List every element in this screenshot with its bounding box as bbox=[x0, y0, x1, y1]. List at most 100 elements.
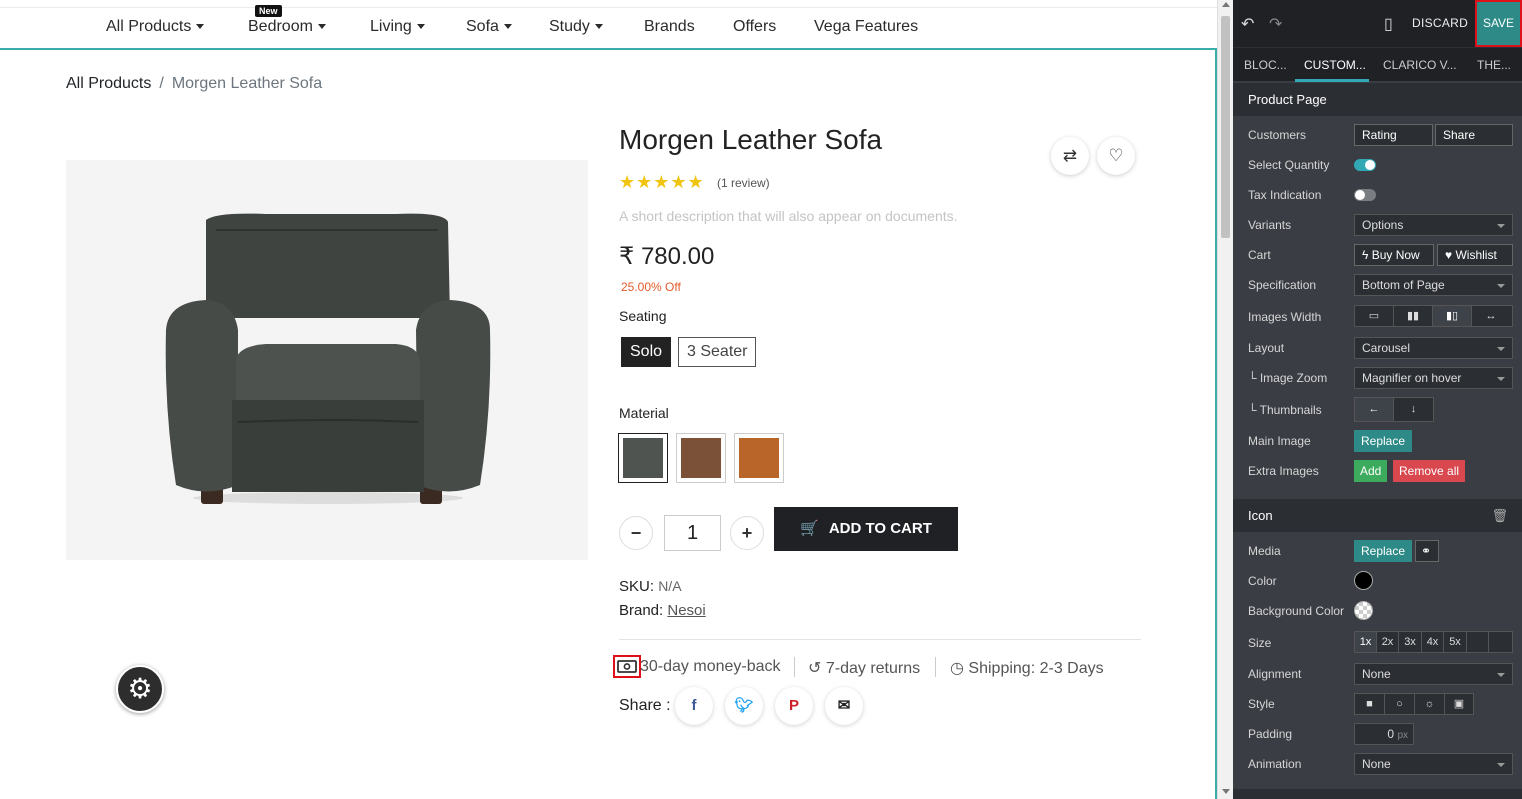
cart-icon: 🛒 bbox=[800, 520, 819, 537]
nav-item-study[interactable]: Study bbox=[549, 18, 603, 36]
feature-separator bbox=[935, 657, 936, 677]
media-replace-button[interactable]: Replace bbox=[1354, 540, 1413, 562]
email-icon[interactable]: ✉ bbox=[825, 687, 863, 725]
tab-theme[interactable]: THE... bbox=[1477, 58, 1511, 72]
specification-select[interactable]: Bottom of Page bbox=[1354, 274, 1513, 296]
brand-link[interactable]: Nesoi bbox=[667, 602, 705, 619]
product-image[interactable] bbox=[66, 160, 588, 560]
wishlist-heart-icon[interactable]: ♡ bbox=[1097, 137, 1135, 175]
quantity-plus-button[interactable]: + bbox=[730, 516, 764, 550]
compare-icon[interactable]: ⇄ bbox=[1051, 137, 1089, 175]
undo-icon[interactable]: ↶ bbox=[1241, 14, 1254, 34]
animation-select[interactable]: None bbox=[1354, 753, 1513, 775]
active-tab-indicator bbox=[1295, 79, 1369, 82]
background-color-picker[interactable] bbox=[1354, 601, 1373, 620]
images-width-full-icon[interactable]: ↔ bbox=[1472, 306, 1510, 326]
nav-item-vega-features[interactable]: Vega Features bbox=[814, 18, 918, 36]
alignment-label: Alignment bbox=[1248, 667, 1302, 681]
size-3x[interactable]: 3x bbox=[1399, 632, 1422, 652]
seating-option-3-seater[interactable]: 3 Seater bbox=[678, 337, 757, 367]
main-image-replace-button[interactable]: Replace bbox=[1354, 430, 1413, 452]
save-button[interactable]: SAVE bbox=[1475, 0, 1522, 47]
redo-icon[interactable]: ↷ bbox=[1269, 14, 1282, 34]
images-width-label: Images Width bbox=[1248, 310, 1322, 324]
product-price: ₹ 780.00 bbox=[619, 243, 715, 270]
size-4x[interactable]: 4x bbox=[1422, 632, 1444, 652]
nav-item-bedroom[interactable]: Bedroom bbox=[248, 18, 326, 36]
tab-blocks[interactable]: BLOC... bbox=[1244, 58, 1287, 72]
size-empty[interactable] bbox=[1467, 632, 1489, 652]
page-scrollbar[interactable] bbox=[1217, 0, 1233, 799]
nav-item-brands[interactable]: Brands bbox=[644, 18, 695, 36]
review-count[interactable]: (1 review) bbox=[717, 176, 770, 190]
variants-select[interactable]: Options bbox=[1354, 214, 1513, 236]
feature-shipping-label: Shipping: 2-3 Days bbox=[968, 660, 1104, 677]
extra-images-add-button[interactable]: Add bbox=[1354, 460, 1388, 482]
twitter-icon[interactable]: 🐦︎ bbox=[725, 687, 763, 725]
scroll-down-arrow-icon[interactable] bbox=[1222, 789, 1230, 794]
nav-item-sofa[interactable]: Sofa bbox=[466, 18, 512, 36]
material-swatch-brown[interactable] bbox=[676, 433, 726, 483]
buy-now-label: Buy Now bbox=[1371, 248, 1420, 262]
trash-icon[interactable]: 🗑 bbox=[1491, 499, 1508, 532]
padding-input[interactable]: 0 px bbox=[1354, 723, 1414, 745]
short-description: A short description that will also appea… bbox=[619, 208, 958, 224]
size-empty[interactable] bbox=[1489, 632, 1510, 652]
size-1x[interactable]: 1x bbox=[1355, 632, 1377, 652]
tab-clarico[interactable]: CLARICO V... bbox=[1383, 58, 1457, 72]
style-options: ■ ○ ☼ ▣ bbox=[1354, 693, 1474, 715]
section-icon[interactable]: Icon 🗑 bbox=[1233, 499, 1522, 532]
add-to-cart-button[interactable]: 🛒 ADD TO CART bbox=[774, 507, 958, 551]
quantity-input[interactable]: 1 bbox=[664, 515, 721, 551]
quantity-minus-button[interactable]: − bbox=[619, 516, 653, 550]
nav-item-living[interactable]: Living bbox=[370, 18, 425, 36]
scroll-up-arrow-icon[interactable] bbox=[1222, 2, 1230, 7]
feature-shipping: ◷ Shipping: 2-3 Days bbox=[950, 658, 1104, 678]
sku-value: N/A bbox=[658, 578, 682, 594]
extra-images-remove-all-button[interactable]: Remove all bbox=[1393, 460, 1466, 482]
style-image-icon[interactable]: ▣ bbox=[1445, 694, 1473, 714]
tax-indication-label: Tax Indication bbox=[1248, 188, 1322, 202]
size-label: Size bbox=[1248, 636, 1272, 650]
nav-item-offers[interactable]: Offers bbox=[733, 18, 776, 36]
size-5x[interactable]: 5x bbox=[1444, 632, 1467, 652]
gear-icon[interactable]: ⚙ bbox=[116, 665, 164, 713]
variants-label: Variants bbox=[1248, 218, 1292, 232]
section-product-page[interactable]: Product Page bbox=[1233, 83, 1522, 116]
scroll-thumb[interactable] bbox=[1221, 16, 1230, 238]
money-icon[interactable] bbox=[613, 655, 641, 678]
customers-rating-option[interactable]: Rating bbox=[1354, 124, 1433, 146]
clock-icon: ◷ bbox=[950, 660, 964, 677]
nav-item-all-products[interactable]: All Products bbox=[106, 18, 205, 36]
images-width-wide-icon[interactable]: ▮▯ bbox=[1433, 306, 1472, 326]
tab-customize[interactable]: CUSTOM... bbox=[1304, 58, 1366, 72]
style-square-icon[interactable]: ■ bbox=[1355, 694, 1385, 714]
size-2x[interactable]: 2x bbox=[1377, 632, 1399, 652]
layout-select[interactable]: Carousel bbox=[1354, 337, 1513, 359]
images-width-none-icon[interactable]: ▭ bbox=[1355, 306, 1394, 326]
buy-now-option[interactable]: ϟ Buy Now bbox=[1354, 244, 1434, 266]
facebook-icon[interactable]: f bbox=[675, 687, 713, 725]
material-swatch-grey[interactable] bbox=[618, 433, 668, 483]
material-swatch-tan[interactable] bbox=[734, 433, 784, 483]
rating-stars: ★★★★★ bbox=[619, 172, 705, 192]
pinterest-icon[interactable]: P bbox=[775, 687, 813, 725]
style-shadow-icon[interactable]: ☼ bbox=[1415, 694, 1445, 714]
mobile-preview-icon[interactable]: ▯ bbox=[1384, 14, 1393, 34]
discard-button[interactable]: DISCARD bbox=[1412, 16, 1468, 30]
arrow-left-icon[interactable]: ← bbox=[1355, 398, 1394, 421]
style-circle-icon[interactable]: ○ bbox=[1385, 694, 1415, 714]
link-icon[interactable]: ⚭ bbox=[1415, 540, 1439, 562]
tax-indication-toggle[interactable] bbox=[1354, 189, 1376, 201]
select-quantity-toggle[interactable] bbox=[1354, 159, 1376, 171]
wishlist-option[interactable]: ♥ Wishlist bbox=[1437, 244, 1513, 266]
alignment-select[interactable]: None bbox=[1354, 663, 1513, 685]
images-width-half-icon[interactable]: ▮▮ bbox=[1394, 306, 1433, 326]
image-zoom-select[interactable]: Magnifier on hover bbox=[1354, 367, 1513, 389]
customers-share-option[interactable]: Share bbox=[1435, 124, 1513, 146]
seating-option-solo[interactable]: Solo bbox=[621, 337, 672, 367]
arrow-down-icon[interactable]: ↓ bbox=[1394, 398, 1433, 421]
color-picker[interactable] bbox=[1354, 571, 1373, 590]
breadcrumb-link-all-products[interactable]: All Products bbox=[66, 75, 151, 92]
next-section-header[interactable] bbox=[1233, 789, 1522, 799]
